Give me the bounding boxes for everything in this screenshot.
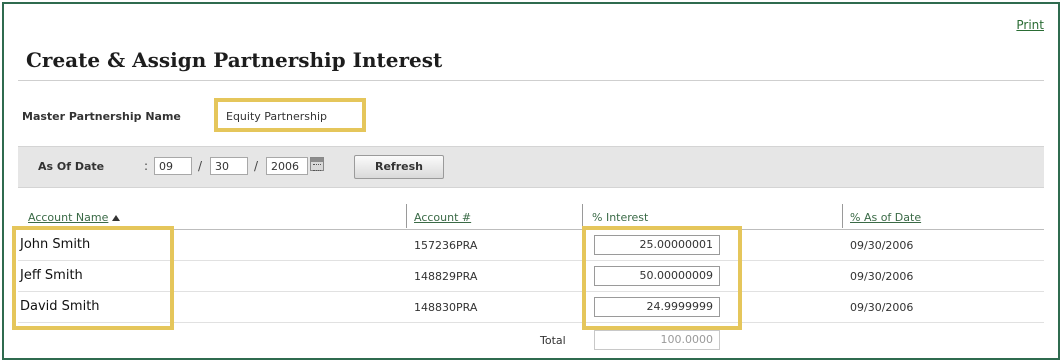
refresh-button[interactable]: Refresh xyxy=(354,155,444,179)
date-separator: / xyxy=(254,159,259,173)
total-label: Total xyxy=(540,334,566,347)
account-names-highlight xyxy=(12,226,174,330)
as-of-date-cell: 09/30/2006 xyxy=(850,270,914,283)
as-of-date-label: As Of Date xyxy=(38,160,105,173)
account-number-cell: 148829PRA xyxy=(414,270,478,283)
column-separator xyxy=(842,204,843,228)
column-separator xyxy=(406,204,407,228)
date-month-input[interactable]: 09 xyxy=(154,157,192,175)
master-partnership-label: Master Partnership Name xyxy=(22,110,181,123)
master-partnership-value: Equity Partnership xyxy=(226,110,327,123)
total-value: 100.0000 xyxy=(594,330,720,350)
main-frame: Print Create & Assign Partnership Intere… xyxy=(2,2,1060,360)
date-year-input[interactable]: 2006 xyxy=(266,157,308,175)
date-colon: : xyxy=(144,159,149,173)
print-link[interactable]: Print xyxy=(1016,18,1044,32)
column-header-account-name[interactable]: Account Name xyxy=(28,211,121,224)
column-header-interest: % Interest xyxy=(592,211,649,224)
date-separator: / xyxy=(198,159,203,173)
account-number-cell: 157236PRA xyxy=(414,239,478,252)
page-title: Create & Assign Partnership Interest xyxy=(26,48,443,72)
date-day-input[interactable]: 30 xyxy=(210,157,248,175)
account-number-cell: 148830PRA xyxy=(414,301,478,314)
sort-ascending-icon[interactable] xyxy=(112,215,121,221)
column-header-as-of-date[interactable]: % As of Date xyxy=(850,211,921,224)
title-divider xyxy=(18,80,1044,81)
as-of-date-cell: 09/30/2006 xyxy=(850,301,914,314)
master-partnership-highlight: Equity Partnership xyxy=(214,98,366,132)
as-of-date-bar: As Of Date : 09 / 30 / 2006 Refresh xyxy=(18,146,1044,188)
column-separator xyxy=(582,204,583,228)
column-header-label: Account Name xyxy=(28,211,109,224)
interest-values-highlight xyxy=(582,226,742,330)
column-header-account-number[interactable]: Account # xyxy=(414,211,471,224)
calendar-icon[interactable] xyxy=(310,157,324,171)
as-of-date-cell: 09/30/2006 xyxy=(850,239,914,252)
